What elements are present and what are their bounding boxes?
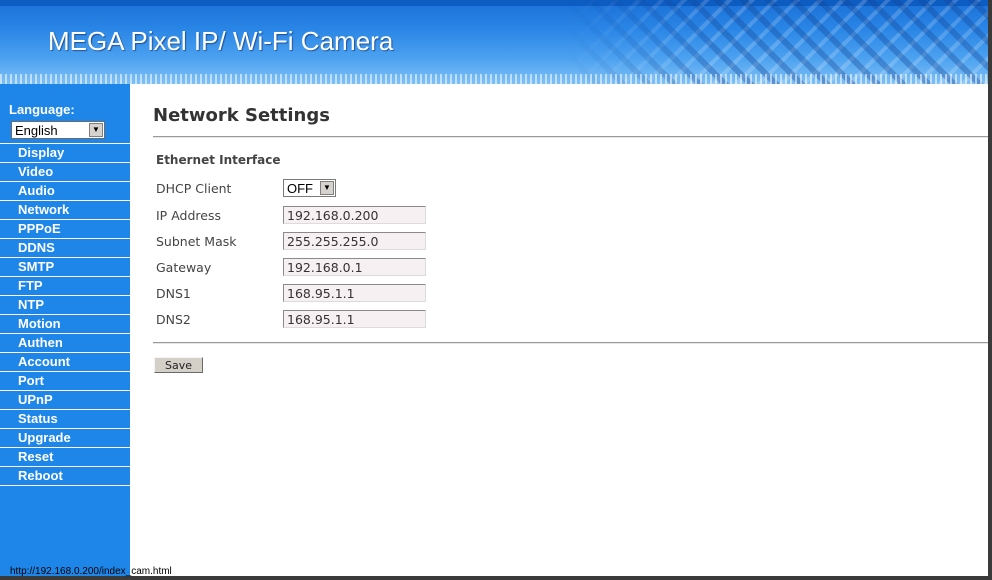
sidebar-item-reboot[interactable]: Reboot — [0, 466, 130, 486]
sidebar-item-upgrade[interactable]: Upgrade — [0, 428, 130, 447]
sidebar-item-ntp[interactable]: NTP — [0, 295, 130, 314]
status-bar-url: http://192.168.0.200/index_cam.html — [10, 566, 172, 577]
header-dots — [0, 74, 988, 84]
section-title: Ethernet Interface — [156, 153, 281, 167]
sidebar-menu: Display Video Audio Network PPPoE DDNS S… — [0, 143, 130, 486]
save-button[interactable]: Save — [154, 357, 203, 373]
dhcp-value: OFF — [287, 181, 313, 196]
dhcp-label: DHCP Client — [156, 181, 232, 196]
language-label: Language: — [9, 102, 75, 117]
language-value: English — [15, 123, 58, 138]
sidebar-item-account[interactable]: Account — [0, 352, 130, 371]
sidebar-item-smtp[interactable]: SMTP — [0, 257, 130, 276]
sidebar-item-display[interactable]: Display — [0, 143, 130, 162]
sidebar-item-reset[interactable]: Reset — [0, 447, 130, 466]
header-pattern — [568, 0, 988, 84]
gateway-label: Gateway — [156, 260, 212, 275]
sidebar-item-network[interactable]: Network — [0, 200, 130, 219]
divider — [153, 342, 988, 344]
divider — [153, 136, 988, 138]
sidebar-item-ddns[interactable]: DDNS — [0, 238, 130, 257]
app-title: MEGA Pixel IP/ Wi-Fi Camera — [48, 26, 394, 56]
page-title: Network Settings — [153, 105, 330, 126]
sidebar-item-upnp[interactable]: UPnP — [0, 390, 130, 409]
chevron-down-icon[interactable]: ▼ — [320, 181, 334, 195]
main-content: Network Settings Ethernet Interface DHCP… — [130, 84, 988, 576]
subnet-mask-field[interactable] — [283, 232, 426, 250]
sidebar: Language: English ▼ Display Video Audio … — [0, 84, 130, 576]
sidebar-item-motion[interactable]: Motion — [0, 314, 130, 333]
sidebar-item-pppoe[interactable]: PPPoE — [0, 219, 130, 238]
language-select[interactable]: English ▼ — [11, 121, 105, 139]
sidebar-item-port[interactable]: Port — [0, 371, 130, 390]
dns2-label: DNS2 — [156, 312, 191, 327]
gateway-field[interactable] — [283, 258, 426, 276]
dns1-label: DNS1 — [156, 286, 191, 301]
sidebar-item-status[interactable]: Status — [0, 409, 130, 428]
ip-address-field[interactable] — [283, 206, 426, 224]
dns2-field[interactable] — [283, 310, 426, 328]
sidebar-item-video[interactable]: Video — [0, 162, 130, 181]
sidebar-item-audio[interactable]: Audio — [0, 181, 130, 200]
subnet-mask-label: Subnet Mask — [156, 234, 237, 249]
header-banner: MEGA Pixel IP/ Wi-Fi Camera — [0, 0, 988, 84]
dhcp-select[interactable]: OFF ▼ — [283, 179, 336, 197]
chevron-down-icon[interactable]: ▼ — [89, 123, 103, 137]
sidebar-item-authen[interactable]: Authen — [0, 333, 130, 352]
ip-address-label: IP Address — [156, 208, 221, 223]
dns1-field[interactable] — [283, 284, 426, 302]
sidebar-item-ftp[interactable]: FTP — [0, 276, 130, 295]
